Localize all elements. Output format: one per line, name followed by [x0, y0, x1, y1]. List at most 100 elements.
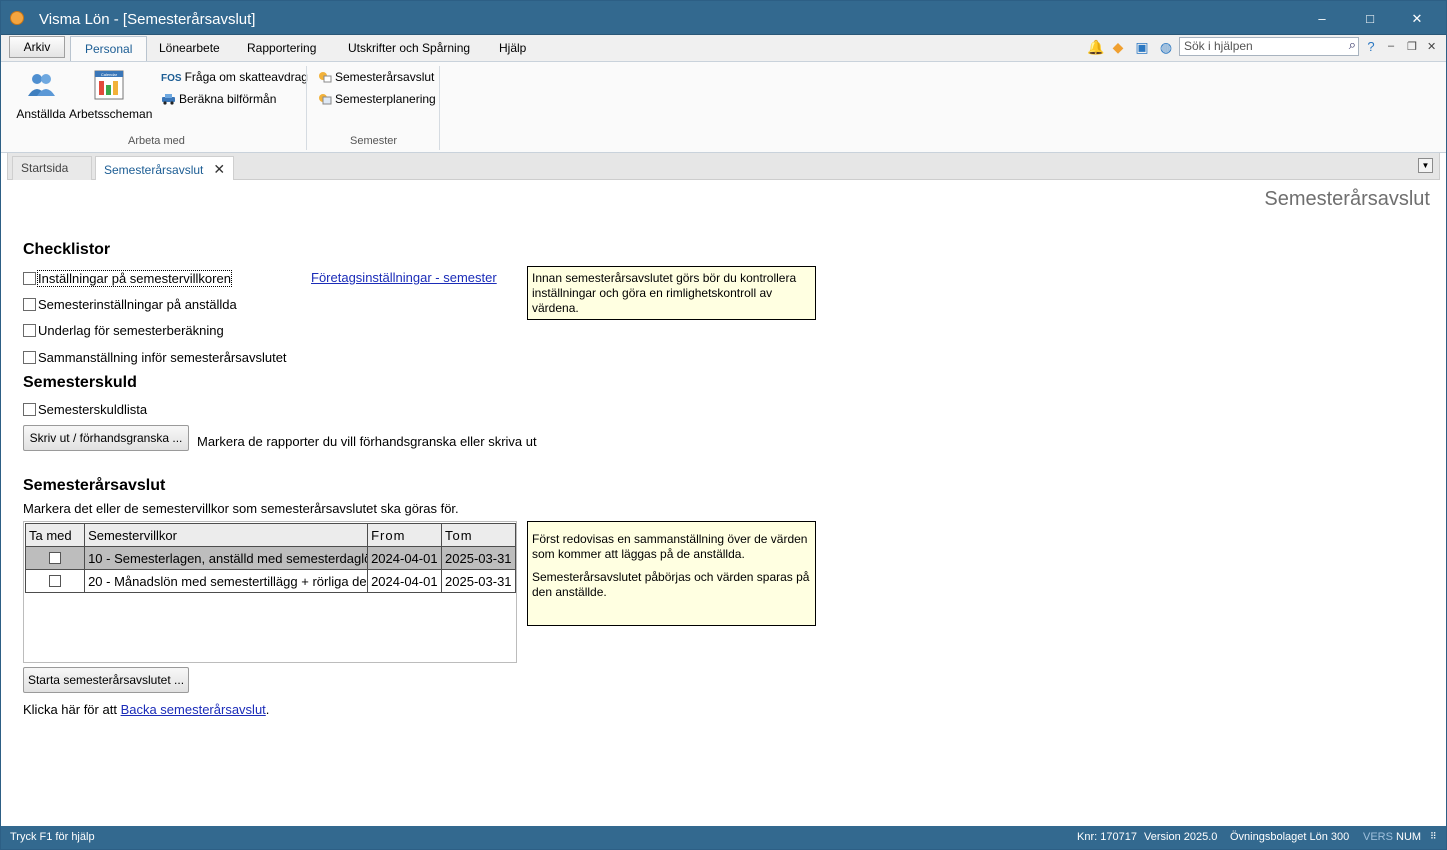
app-logo-icon[interactable] — [10, 11, 24, 25]
semesterplanering-label: Semesterplanering — [335, 92, 436, 106]
checkbox-installningar-semestervillkor[interactable]: Inställningar på semestervillkoren — [23, 270, 232, 287]
tab-semesterarsavslut-label: Semesterårsavslut — [104, 163, 204, 177]
checkbox-semesterskuldlista[interactable]: Semesterskuldlista — [23, 402, 147, 418]
table-row[interactable]: 20 - Månadslön med semestertillägg + rör… — [24, 569, 516, 593]
checkbox-label: Semesterinställningar på anställda — [38, 297, 237, 312]
search-icon[interactable]: ⌕ — [1349, 37, 1356, 53]
minimize-button[interactable]: ‒ — [1307, 9, 1337, 29]
column-ta-med[interactable]: Ta med — [24, 523, 86, 547]
checkbox-underlag-semesterberakning[interactable]: Underlag för semesterberäkning — [23, 323, 224, 339]
checkbox-box[interactable] — [23, 324, 36, 337]
starta-semesterarsavslut-button[interactable]: Starta semesterårsavslutet ... — [23, 667, 189, 693]
fos-icon: FOS — [161, 73, 182, 84]
semesterarsavslut-ribbon-button[interactable]: Semesterårsavslut — [317, 68, 434, 86]
print-preview-button[interactable]: Skriv ut / förhandsgranska ... — [23, 425, 189, 451]
sun-calendar-icon — [319, 72, 332, 83]
people-icon — [28, 74, 55, 96]
search-placeholder: Sök i hjälpen — [1184, 39, 1253, 53]
checkbox-sammanstallning[interactable]: Sammanställning inför semesterårsavslute… — [23, 350, 287, 366]
checkbox-semesterinstallningar-anstallda[interactable]: Semesterinställningar på anställda — [23, 297, 237, 313]
globe-icon[interactable]: ◍ — [1158, 39, 1174, 55]
status-num: NUM — [1396, 831, 1422, 843]
maximize-button[interactable]: □ — [1355, 9, 1385, 29]
checkbox-box[interactable] — [23, 298, 36, 311]
backa-suffix: . — [265, 702, 270, 717]
anstallda-label: Anställda — [16, 107, 66, 121]
arbetsscheman-label: Arbetsscheman — [69, 107, 153, 121]
checkbox-box[interactable] — [23, 403, 36, 416]
close-button[interactable]: ✕ — [1402, 9, 1432, 29]
print-hint: Markera de rapporter du vill förhandsgra… — [197, 434, 537, 449]
tom-cell: 2025-03-31 — [441, 546, 516, 570]
ribbon: Anställda Calendar Arbetsscheman FOS Fråg… — [1, 61, 1446, 153]
checkbox-box[interactable] — [23, 272, 36, 285]
semesterskuld-heading: Semesterskuld — [23, 374, 137, 391]
tab-hjalp[interactable]: Hjälp — [499, 41, 526, 55]
villkor-cell: 20 - Månadslön med semestertillägg + rör… — [84, 569, 369, 593]
backa-prefix: Klicka här för att — [23, 702, 117, 717]
tab-personal[interactable]: Personal — [70, 36, 148, 62]
tab-utskrifter[interactable]: Utskrifter och Spårning — [348, 41, 470, 55]
fraga-skatteavdrag-button[interactable]: FOS Fråga om skatteavdrag — [161, 68, 308, 86]
tab-semesterarsavslut[interactable]: Semesterårsavslut ✕ — [95, 156, 235, 180]
row-checkbox-cell[interactable] — [24, 569, 86, 593]
villkor-cell: 10 - Semesterlagen, anställd med semeste… — [84, 546, 369, 570]
title-bar: Visma Lön - [Semesterårsavslut] ‒ □ ✕ — [1, 1, 1446, 35]
semesterarsavslut-ribbon-label: Semesterårsavslut — [335, 70, 435, 84]
checkbox-label: Underlag för semesterberäkning — [38, 323, 224, 338]
row-checkbox-cell[interactable] — [24, 546, 86, 570]
news-icon[interactable]: ◆ — [1110, 39, 1126, 55]
row-checkbox[interactable] — [49, 551, 62, 564]
ribbon-minimize-icon[interactable]: ‒ — [1388, 40, 1394, 52]
car-icon — [162, 94, 175, 105]
semesterplanering-button[interactable]: Semesterplanering — [317, 90, 436, 108]
column-tom[interactable]: Tom — [441, 523, 516, 547]
group-semester-label: Semester — [350, 135, 398, 147]
calendar-word: Calendar — [101, 72, 118, 77]
avslut-info-note: Först redovisas en sammanställning över … — [527, 521, 816, 626]
ribbon-tab-bar: Arkiv Personal Lönearbete Rapportering U… — [1, 35, 1446, 62]
column-from[interactable]: From — [367, 523, 443, 547]
bell-icon[interactable]: 🔔 — [1087, 39, 1104, 55]
support-icon[interactable]: ▣ — [1134, 39, 1150, 55]
status-vers: VERS — [1363, 831, 1393, 843]
help-search-input[interactable]: Sök i hjälpen ⌕ — [1179, 37, 1359, 56]
table-row[interactable]: 10 - Semesterlagen, anställd med semeste… — [24, 546, 516, 570]
bilforman-label: Beräkna bilförmån — [179, 92, 277, 106]
arkiv-button[interactable]: Arkiv — [9, 36, 65, 58]
semestervillkor-table: Ta med Semestervillkor From Tom 10 - Sem… — [23, 521, 517, 663]
tab-list-dropdown-icon[interactable]: ▼ — [1418, 158, 1433, 173]
page-title: Semesterårsavslut — [1264, 188, 1430, 210]
resize-grip-icon[interactable]: ⠿ — [1430, 831, 1437, 842]
checkbox-label: Semesterskuldlista — [38, 402, 148, 417]
from-cell: 2024-04-01 — [367, 546, 443, 570]
document-tab-bar: Startsida Semesterårsavslut ✕ ▼ — [7, 153, 1440, 180]
semesterarsavslut-heading: Semesterårsavslut — [23, 477, 166, 494]
tab-startsida[interactable]: Startsida — [12, 156, 92, 180]
group-arbeta-med-label: Arbeta med — [128, 135, 185, 147]
table-header-row: Ta med Semestervillkor From Tom — [24, 523, 516, 547]
backa-link[interactable]: Backa semesterårsavslut — [121, 702, 266, 717]
tab-lonearbete[interactable]: Lönearbete — [159, 41, 220, 55]
avslut-note-p2: Semesterårsavslutet påbörjas och värden … — [532, 570, 810, 599]
ribbon-restore-icon[interactable]: ❐ — [1407, 40, 1417, 53]
arbetsscheman-button[interactable]: Calendar Arbetsscheman — [69, 70, 153, 121]
checklistor-heading: Checklistor — [23, 241, 111, 258]
column-semestervillkor[interactable]: Semestervillkor — [84, 523, 369, 547]
ribbon-close-icon[interactable]: ✕ — [1427, 40, 1436, 53]
status-help: Tryck F1 för hjälp — [10, 831, 95, 843]
close-tab-icon[interactable]: ✕ — [213, 161, 225, 177]
backa-line: Klicka här för att Backa semesterårsavsl… — [23, 702, 269, 717]
foretagsinstallningar-link[interactable]: Företagsinställningar - semester — [311, 270, 497, 285]
avslut-instruction: Markera det eller de semestervillkor som… — [23, 501, 459, 516]
checkbox-box[interactable] — [23, 351, 36, 364]
tab-rapportering[interactable]: Rapportering — [247, 41, 316, 55]
tom-cell: 2025-03-31 — [441, 569, 516, 593]
row-checkbox[interactable] — [49, 574, 62, 587]
help-icon[interactable]: ? — [1363, 39, 1379, 55]
berakna-bilforman-button[interactable]: Beräkna bilförmån — [161, 90, 276, 108]
fraga-label: Fråga om skatteavdrag — [184, 70, 308, 84]
status-company: Övningsbolaget Lön 300 — [1230, 831, 1350, 843]
anstallda-button[interactable]: Anställda — [15, 70, 67, 121]
calendar-icon: Calendar — [94, 70, 124, 100]
